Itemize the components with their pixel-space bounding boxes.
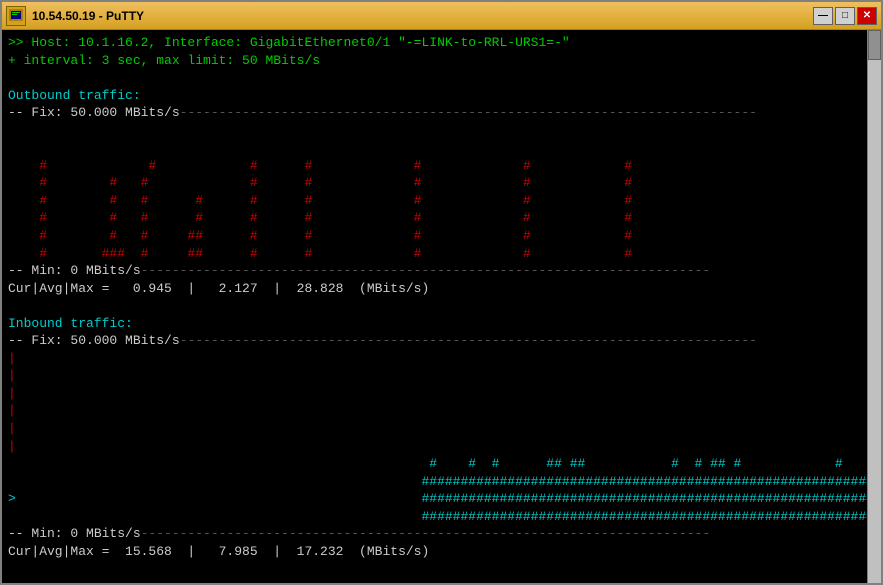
inbound-graph-row-3: | [8,385,875,403]
outbound-header: Outbound traffic: [8,87,875,105]
inbound-graph-row-10: ########################################… [8,508,875,526]
outbound-graph-row-8: # ### # ## # # # # # [8,245,875,263]
inbound-fix-line: -- Fix: 50.000 MBits/s------------------… [8,332,875,350]
close-button[interactable]: ✕ [857,7,877,25]
terminal-area[interactable]: >> Host: 10.1.16.2, Interface: GigabitEt… [2,30,881,583]
inbound-stats: Cur|Avg|Max = 15.568 | 7.985 | 17.232 (M… [8,543,875,561]
outbound-graph-row-5: # # # # # # # # # [8,192,875,210]
inbound-graph-row-1: | [8,350,875,368]
outbound-graph-row-3: # # # # # # # [8,157,875,175]
outbound-graph-row-2 [8,139,875,157]
putty-window: 10.54.50.19 - PuTTY — □ ✕ >> Host: 10.1.… [0,0,883,585]
scrollbar[interactable] [867,30,881,583]
inbound-graph-row-7: # # # ## ## # # ## # # [8,455,875,473]
app-icon [6,6,26,26]
inbound-graph-row-4: | [8,402,875,420]
blank-line-2 [8,297,875,315]
outbound-min-line: -- Min: 0 MBits/s-----------------------… [8,262,875,280]
inbound-graph-row-8: ########################################… [8,473,875,491]
inbound-graph-row-5: | [8,420,875,438]
interval-line: + interval: 3 sec, max limit: 50 MBits/s [8,52,875,70]
outbound-stats: Cur|Avg|Max = 0.945 | 2.127 | 28.828 (MB… [8,280,875,298]
titlebar-left: 10.54.50.19 - PuTTY [6,6,144,26]
inbound-graph-row-9: > ######################################… [8,490,875,508]
maximize-button[interactable]: □ [835,7,855,25]
titlebar: 10.54.50.19 - PuTTY — □ ✕ [2,2,881,30]
inbound-min-line: -- Min: 0 MBits/s-----------------------… [8,525,875,543]
outbound-fix-line: -- Fix: 50.000 MBits/s------------------… [8,104,875,122]
minimize-button[interactable]: — [813,7,833,25]
window-title: 10.54.50.19 - PuTTY [32,9,144,23]
scrollbar-thumb[interactable] [868,30,881,60]
host-line: >> Host: 10.1.16.2, Interface: GigabitEt… [8,34,875,52]
outbound-graph-row-6: # # # # # # # # # [8,209,875,227]
outbound-graph-row-4: # # # # # # # # [8,174,875,192]
outbound-graph-row-7: # # # ## # # # # # [8,227,875,245]
inbound-graph-row-2: | [8,367,875,385]
window-controls: — □ ✕ [813,7,877,25]
outbound-graph-row-1 [8,122,875,140]
inbound-header: Inbound traffic: [8,315,875,333]
inbound-graph-row-6: | [8,438,875,456]
blank-line-1 [8,69,875,87]
